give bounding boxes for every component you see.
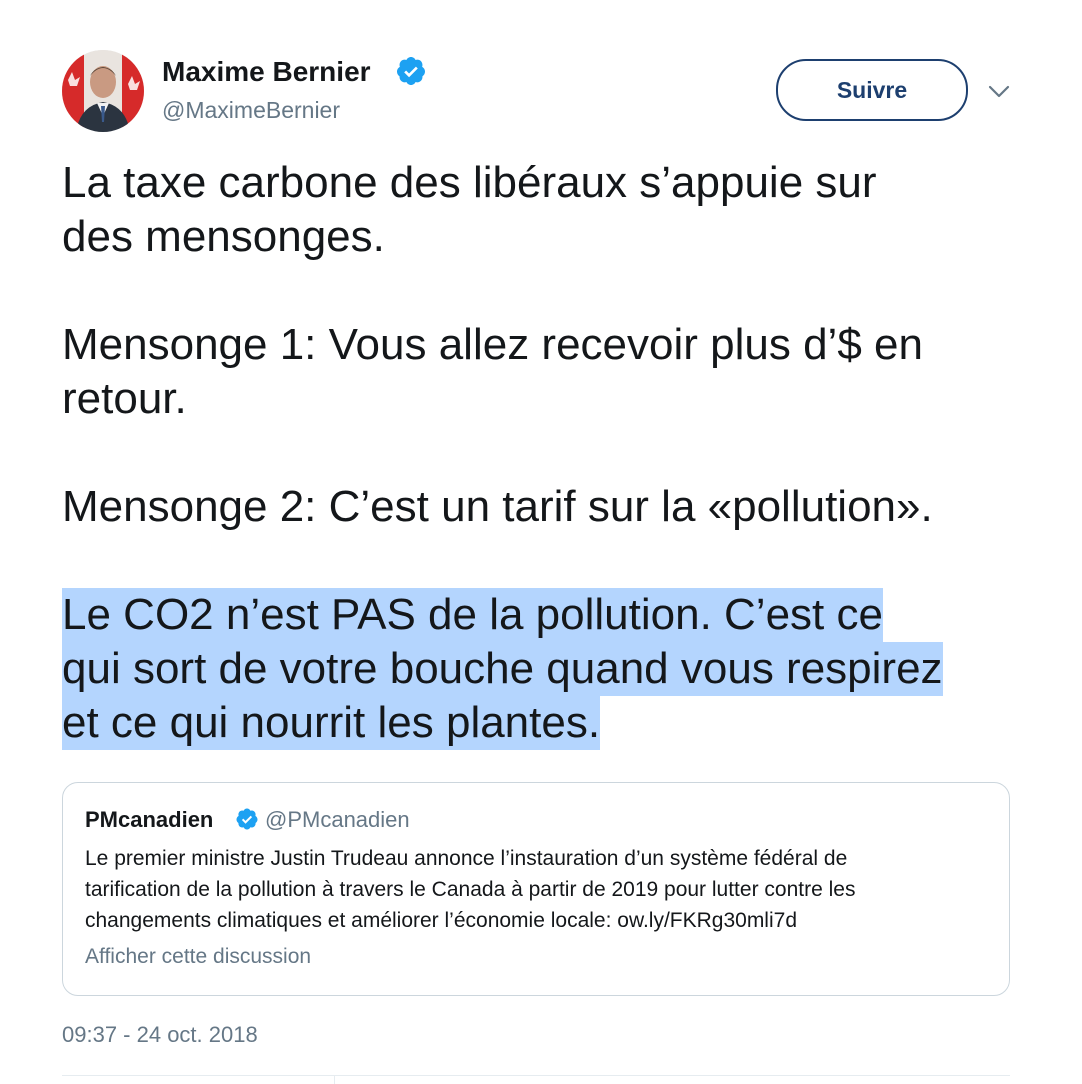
author-handle[interactable]: @MaximeBernier — [162, 96, 340, 124]
follow-button[interactable]: Suivre — [776, 59, 968, 121]
chevron-down-icon[interactable] — [986, 78, 1012, 104]
tweet-line: Mensonge 1: Vous allez recevoir plus d’$… — [62, 320, 923, 369]
divider — [62, 1075, 1010, 1076]
avatar[interactable] — [62, 50, 144, 132]
quoted-text-line: Le premier ministre Justin Trudeau annon… — [85, 847, 848, 870]
tweet-paragraph-highlighted: Le CO2 n’est PAS de la pollution. C’est … — [62, 588, 943, 750]
tweet-paragraph: Mensonge 2: C’est un tarif sur la «pollu… — [62, 480, 933, 534]
tweet-paragraph: La taxe carbone des libéraux s’appuie su… — [62, 156, 877, 264]
verified-badge-icon — [396, 57, 425, 85]
tweet-line: Mensonge 2: C’est un tarif sur la «pollu… — [62, 482, 933, 531]
highlighted-line: Le CO2 n’est PAS de la pollution. C’est … — [62, 588, 883, 642]
highlighted-line: qui sort de votre bouche quand vous resp… — [62, 642, 943, 696]
tweet-card: Maxime Bernier @MaximeBernier Suivre La … — [0, 0, 1082, 1084]
quoted-tweet-card[interactable]: PMcanadien @PMcanadien Le premier minist… — [62, 782, 1010, 996]
author-name[interactable]: Maxime Bernier — [162, 56, 371, 88]
tweet-paragraph: Mensonge 1: Vous allez recevoir plus d’$… — [62, 318, 923, 426]
quoted-text-line: changements climatiques et améliorer l’é… — [85, 909, 798, 932]
tweet-line: retour. — [62, 374, 187, 423]
quoted-author-handle: @PMcanadien — [265, 807, 410, 832]
verified-badge-icon — [236, 808, 258, 830]
tweet-line: des mensonges. — [62, 212, 385, 261]
avatar-image — [62, 50, 144, 132]
divider — [334, 1075, 335, 1084]
show-thread-link[interactable]: Afficher cette discussion — [85, 945, 311, 969]
highlighted-line: et ce qui nourrit les plantes. — [62, 696, 601, 750]
quoted-tweet-text: Le premier ministre Justin Trudeau annon… — [85, 843, 985, 936]
tweet-timestamp[interactable]: 09:37 - 24 oct. 2018 — [62, 1022, 258, 1048]
quoted-text-line: tarification de la pollution à travers l… — [85, 878, 856, 901]
quoted-author-name: PMcanadien — [85, 807, 214, 832]
tweet-line: La taxe carbone des libéraux s’appuie su… — [62, 158, 877, 207]
